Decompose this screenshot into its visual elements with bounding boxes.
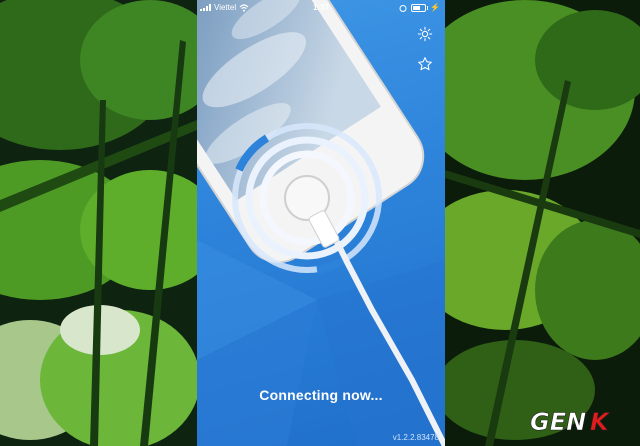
leaf-background-right — [445, 0, 640, 446]
svg-text:GEN: GEN — [530, 408, 586, 436]
genk-watermark-logo: GEN K — [528, 405, 633, 437]
charging-icon: ⚡ — [430, 3, 440, 12]
svg-text:K: K — [590, 408, 611, 436]
star-icon — [418, 57, 432, 71]
settings-button[interactable] — [415, 24, 435, 44]
app-version: v1.2.2.83478 — [392, 433, 439, 442]
status-bar: Viettel 1:37 ⚡ — [197, 0, 445, 16]
favorites-button[interactable] — [415, 54, 435, 74]
gear-icon — [417, 26, 433, 42]
battery-icon — [411, 3, 429, 12]
leaf-background-left — [0, 0, 197, 446]
connect-illustration — [197, 0, 445, 446]
app-screen: Viettel 1:37 ⚡ Connecting now... v1.2.2.… — [197, 0, 445, 446]
alarm-icon — [399, 4, 407, 12]
connecting-status-text: Connecting now... — [259, 387, 383, 403]
